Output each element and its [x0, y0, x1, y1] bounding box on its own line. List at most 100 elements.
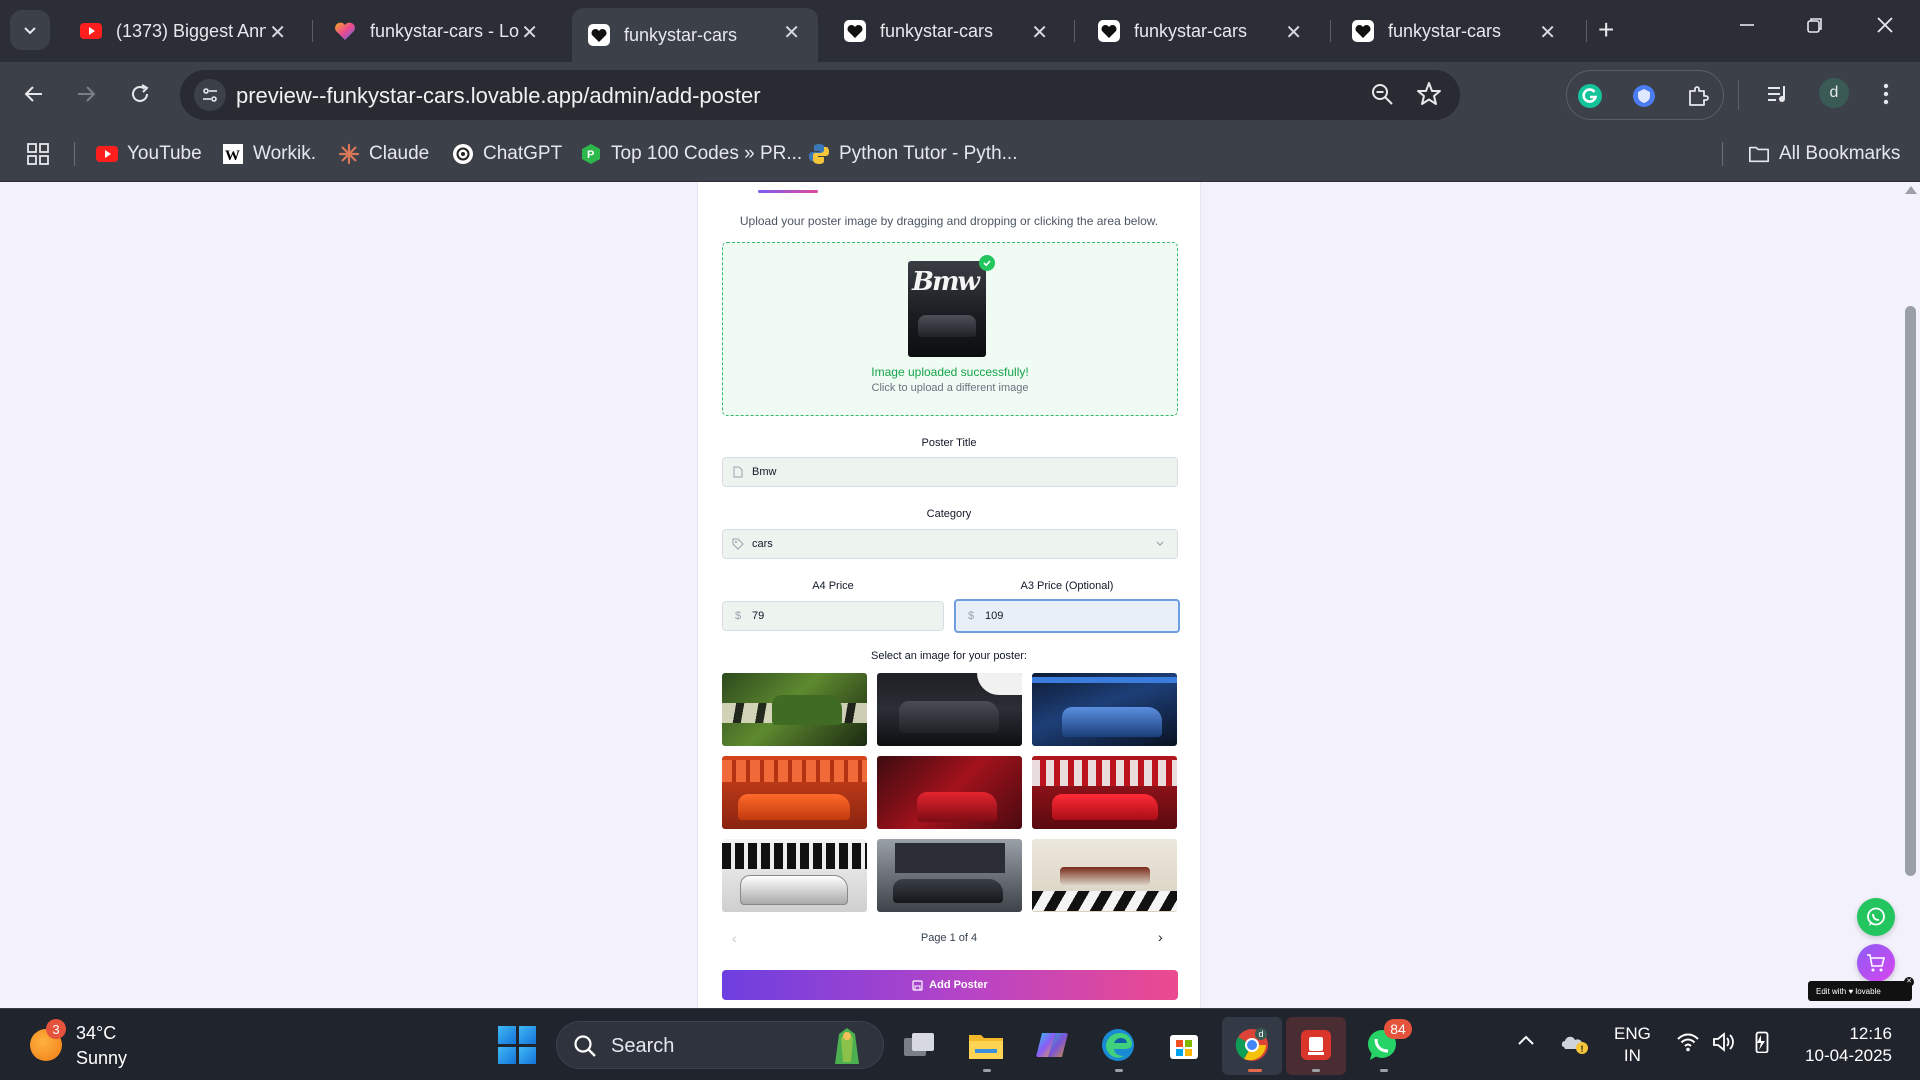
a3-price-value: 109 — [985, 610, 1004, 622]
onedrive-warning-icon[interactable]: ! — [1560, 1031, 1590, 1060]
next-page-icon[interactable]: › — [1158, 929, 1163, 945]
bookmark-workik[interactable]: W Workik. — [222, 140, 316, 168]
grammarly-icon[interactable] — [1577, 83, 1603, 109]
save-icon — [912, 979, 923, 991]
tab-title: funkystar-cars - Lo — [370, 20, 520, 41]
microsoft-store-icon[interactable] — [1162, 1023, 1206, 1067]
browser-tab[interactable]: funkystar-cars ✕ — [828, 8, 1066, 54]
reload-icon[interactable] — [124, 78, 156, 110]
forward-icon[interactable] — [70, 78, 102, 110]
add-poster-button[interactable]: Add Poster — [722, 970, 1178, 1000]
pagination-label: Page 1 of 4 — [920, 932, 978, 944]
poster-title-value: Bmw — [752, 466, 777, 478]
chrome-icon[interactable]: d — [1230, 1023, 1274, 1067]
a3-price-label: A3 Price (Optional) — [1020, 580, 1114, 592]
taskbar-search[interactable]: Search — [556, 1021, 884, 1069]
extensions-group — [1566, 70, 1724, 120]
poster-option[interactable] — [1032, 673, 1177, 746]
close-icon[interactable]: ✕ — [269, 20, 286, 45]
scroll-up-icon[interactable] — [1905, 186, 1917, 194]
apps-grid-icon[interactable] — [26, 140, 50, 168]
browser-tab[interactable]: funkystar-cars ✕ — [1336, 8, 1574, 54]
copilot-icon[interactable] — [1030, 1023, 1074, 1067]
task-view-icon[interactable] — [898, 1023, 942, 1067]
back-icon[interactable] — [18, 78, 50, 110]
a4-price-input[interactable]: $ 79 — [722, 601, 944, 631]
poster-title-input[interactable]: Bmw — [722, 457, 1178, 487]
image-dropzone[interactable]: Bmw Image uploaded successfully! Click t… — [722, 242, 1178, 416]
close-icon[interactable]: ✕ — [783, 20, 800, 45]
a3-price-input[interactable]: $ 109 — [954, 599, 1180, 633]
close-icon[interactable]: ✕ — [1285, 20, 1302, 45]
edit-with-lovable-badge[interactable]: Edit with ♥ lovable ✕ — [1808, 977, 1914, 1001]
poster-option[interactable] — [722, 756, 867, 829]
scroll-thumb[interactable] — [1905, 306, 1916, 876]
poster-option[interactable] — [722, 839, 867, 912]
cart-float-button[interactable] — [1857, 944, 1895, 982]
extension-shield-icon[interactable] — [1631, 83, 1657, 109]
whatsapp-float-button[interactable] — [1857, 898, 1895, 936]
svg-text:P: P — [587, 149, 594, 161]
close-icon[interactable]: ✕ — [521, 20, 538, 45]
menu-kebab-icon[interactable] — [1870, 78, 1902, 110]
poster-option[interactable] — [1032, 839, 1177, 912]
browser-tab[interactable]: funkystar-cars ✕ — [1082, 8, 1320, 54]
poster-option[interactable] — [877, 839, 1022, 912]
browser-toolbar: preview--funkystar-cars.lovable.app/admi… — [0, 62, 1920, 126]
poster-option[interactable] — [877, 756, 1022, 829]
site-info-icon[interactable] — [194, 79, 226, 111]
minimize-icon[interactable] — [1738, 14, 1756, 40]
poster-option[interactable] — [877, 673, 1022, 746]
close-icon[interactable]: ✕ — [1031, 20, 1048, 45]
extensions-puzzle-icon[interactable] — [1685, 83, 1711, 109]
edge-browser-icon[interactable] — [1096, 1023, 1140, 1067]
poster-option[interactable] — [1032, 756, 1177, 829]
volume-icon[interactable] — [1712, 1031, 1736, 1058]
battery-charging-icon[interactable] — [1748, 1031, 1776, 1058]
new-tab-button[interactable]: + — [1598, 14, 1614, 46]
poster-option[interactable] — [722, 673, 867, 746]
windows-start-icon[interactable] — [498, 1026, 536, 1064]
bookmark-python-tutor[interactable]: Python Tutor - Pyth... — [808, 140, 1017, 168]
chevron-up-icon[interactable] — [1516, 1031, 1536, 1056]
temperature[interactable]: 34°C — [76, 1023, 116, 1044]
lovable-heart-icon — [334, 20, 356, 42]
file-explorer-icon[interactable] — [964, 1023, 1008, 1067]
tab-title: funkystar-cars — [624, 24, 738, 45]
language-indicator[interactable]: ENG IN — [1614, 1023, 1651, 1067]
browser-tab-active[interactable]: funkystar-cars ✕ — [572, 8, 818, 62]
app-red-icon[interactable] — [1294, 1023, 1338, 1067]
restore-icon[interactable] — [1806, 14, 1824, 40]
page-scrollbar[interactable] — [1900, 182, 1920, 1008]
bookmark-chatgpt[interactable]: ChatGPT — [452, 140, 562, 168]
heart-icon — [588, 24, 610, 46]
address-bar[interactable]: preview--funkystar-cars.lovable.app/admi… — [180, 70, 1460, 120]
search-highlight-icon — [825, 1026, 869, 1071]
category-select[interactable]: cars — [722, 529, 1178, 559]
chatgpt-icon — [452, 143, 474, 165]
window-close-icon[interactable] — [1876, 14, 1894, 40]
browser-tab[interactable]: (1373) Biggest Ann ✕ — [64, 8, 304, 54]
tab-search-button[interactable] — [10, 10, 50, 50]
close-icon[interactable]: ✕ — [1539, 20, 1556, 45]
tab-title: funkystar-cars — [880, 20, 994, 41]
system-clock[interactable]: 12:16 10-04-2025 — [1796, 1023, 1892, 1067]
all-bookmarks-folder[interactable]: All Bookmarks — [1748, 140, 1900, 168]
media-queue-icon[interactable] — [1762, 78, 1794, 110]
browser-tab[interactable]: funkystar-cars - Lo ✕ — [318, 8, 556, 54]
weather-condition[interactable]: Sunny — [76, 1048, 127, 1069]
bookmark-youtube[interactable]: YouTube — [96, 140, 202, 168]
bookmark-top-100-codes[interactable]: P Top 100 Codes » PR... — [580, 140, 802, 168]
close-icon[interactable]: ✕ — [1904, 977, 1914, 987]
document-icon — [732, 466, 744, 478]
zoom-icon[interactable] — [1370, 82, 1394, 111]
bookmark-claude[interactable]: Claude — [338, 140, 429, 168]
svg-text:d: d — [1259, 1029, 1264, 1039]
wifi-icon[interactable] — [1676, 1031, 1700, 1058]
bookmark-label: ChatGPT — [483, 143, 563, 164]
profile-avatar[interactable]: d — [1819, 78, 1849, 108]
upload-hint: Click to upload a different image — [871, 382, 1029, 394]
bookmark-star-icon[interactable] — [1416, 81, 1442, 112]
check-icon — [979, 255, 995, 271]
tab-title: funkystar-cars — [1388, 20, 1502, 41]
